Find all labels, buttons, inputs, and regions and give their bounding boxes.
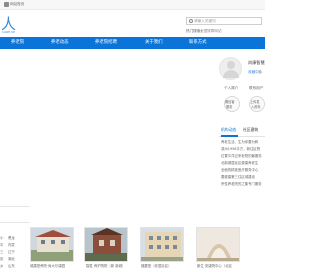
news-line[interactable]: 杀性养老院的之集专门服务 [221, 182, 262, 186]
nav-item-contact[interactable]: 联系方式 [189, 40, 207, 45]
news-line[interactable]: 位置平洋过来老院的最服务 [221, 154, 262, 158]
action-label: 服务 [226, 105, 233, 109]
province-item[interactable]: 山东 [8, 264, 15, 269]
search-icon[interactable] [189, 19, 193, 23]
facility-photo[interactable] [84, 227, 128, 262]
province-item[interactable]: 湖北 [8, 257, 15, 262]
main-nav [0, 37, 265, 49]
nav-item-nursing-home[interactable]: 养老院 [11, 40, 24, 45]
avatar-head-shape [227, 61, 235, 69]
profile-more[interactable]: 多 [258, 70, 262, 75]
profile-name: 尚康智慧 [248, 60, 265, 65]
action-label: 入资料 [251, 105, 261, 109]
nav-item-news[interactable]: 养老动态 [51, 40, 69, 45]
province-item[interactable]: 黑龙 [8, 236, 15, 241]
home-icon[interactable] [4, 2, 9, 7]
province-item[interactable]: 辽宁 [8, 250, 15, 255]
photo-caption[interactable]: 福要型（老居民区） [141, 264, 172, 269]
region-item[interactable]: 平 [0, 243, 3, 248]
logo-subtext: CARE.UP [2, 30, 16, 34]
building-image [31, 228, 73, 261]
tab-institution-news[interactable]: 机构动态 [221, 127, 236, 133]
photo-caption[interactable]: 新生 安康院中心（北区 [197, 264, 232, 269]
nav-item-jobs[interactable]: 养老院招聘 [95, 40, 117, 45]
region-item[interactable]: 庆 [0, 257, 3, 262]
profile-stat[interactable]: 个人简介 [224, 86, 238, 91]
divider [0, 206, 30, 207]
facility-photo[interactable] [140, 227, 184, 262]
building-image [141, 228, 183, 261]
action-label: 微信客 [225, 100, 235, 104]
building-image [85, 228, 127, 261]
news-line[interactable]: 滨州1956平方，新住区院 [221, 147, 260, 151]
nav-item-about[interactable]: 关于我们 [145, 40, 163, 45]
news-line[interactable]: 全面的精准医疗服务中心 [221, 168, 258, 172]
profile-stat[interactable]: 联系用户 [249, 86, 263, 91]
tab-community[interactable]: 社区建筑 [243, 127, 258, 133]
photo-caption[interactable]: 智胜 养护院院（新 新城） [86, 264, 125, 269]
news-line[interactable]: 要健康第三住区域建设 [221, 175, 255, 179]
divider [0, 222, 30, 223]
news-line[interactable]: 养老生活，生为你要为和 [221, 140, 258, 144]
home-link[interactable]: 网站首页 [10, 2, 24, 7]
top-bar [0, 0, 265, 10]
search-placeholder: 请输入关键词 [194, 18, 216, 23]
photo-caption[interactable]: 城建型养院·尚大尔康园 [30, 264, 65, 269]
facility-photo[interactable] [30, 227, 74, 262]
province-item[interactable]: 内蒙 [8, 243, 15, 248]
region-item[interactable]: 乡 [0, 264, 3, 269]
news-line[interactable]: 北新城居民区健康养老生 [221, 161, 258, 165]
action-label: 上传发 [250, 100, 260, 104]
region-item[interactable]: 三 [0, 250, 3, 255]
facility-photo[interactable] [196, 227, 240, 262]
region-item[interactable]: 小 [0, 236, 3, 241]
building-image [197, 228, 239, 261]
hot-search-link[interactable]: 全国殡葬网站 [200, 29, 222, 34]
active-tab-indicator [221, 135, 238, 137]
